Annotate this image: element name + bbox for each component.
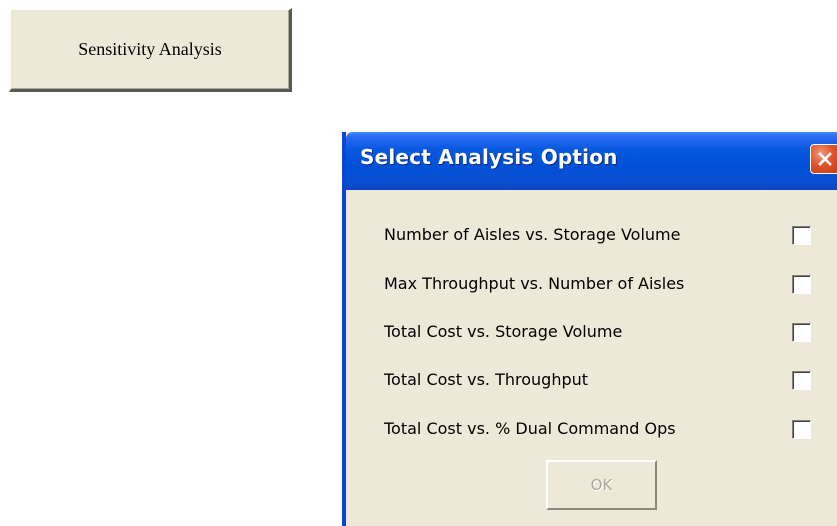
close-x-icon: [818, 152, 832, 166]
dialog-title: Select Analysis Option: [360, 145, 618, 169]
option-row-throughput-vs-aisles: Max Throughput vs. Number of Aisles: [346, 267, 837, 301]
close-button[interactable]: [810, 144, 837, 174]
option-label: Total Cost vs. Storage Volume: [384, 322, 623, 341]
option-checkbox-cost-vs-throughput[interactable]: [792, 371, 811, 390]
option-checkbox-cost-vs-volume[interactable]: [792, 323, 811, 342]
option-label: Number of Aisles vs. Storage Volume: [384, 225, 681, 244]
option-checkbox-cost-vs-dual-command[interactable]: [792, 420, 811, 439]
option-row-cost-vs-volume: Total Cost vs. Storage Volume: [346, 315, 837, 349]
option-label: Max Throughput vs. Number of Aisles: [384, 274, 685, 293]
ok-button-label: OK: [590, 476, 613, 494]
option-checkbox-aisles-vs-volume[interactable]: [792, 226, 811, 245]
option-row-cost-vs-throughput: Total Cost vs. Throughput: [346, 363, 837, 397]
option-label: Total Cost vs. % Dual Command Ops: [384, 419, 676, 438]
select-analysis-option-dialog: Select Analysis Option Number of Aisles …: [342, 132, 837, 526]
option-label: Total Cost vs. Throughput: [384, 370, 589, 389]
sensitivity-analysis-button[interactable]: Sensitivity Analysis: [9, 8, 292, 92]
option-checkbox-throughput-vs-aisles[interactable]: [792, 275, 811, 294]
ok-button[interactable]: OK: [546, 460, 657, 510]
dialog-titlebar[interactable]: Select Analysis Option: [346, 132, 837, 190]
option-row-cost-vs-dual-command: Total Cost vs. % Dual Command Ops: [346, 412, 837, 446]
sensitivity-analysis-button-label: Sensitivity Analysis: [78, 39, 222, 59]
option-row-aisles-vs-volume: Number of Aisles vs. Storage Volume: [346, 218, 837, 252]
